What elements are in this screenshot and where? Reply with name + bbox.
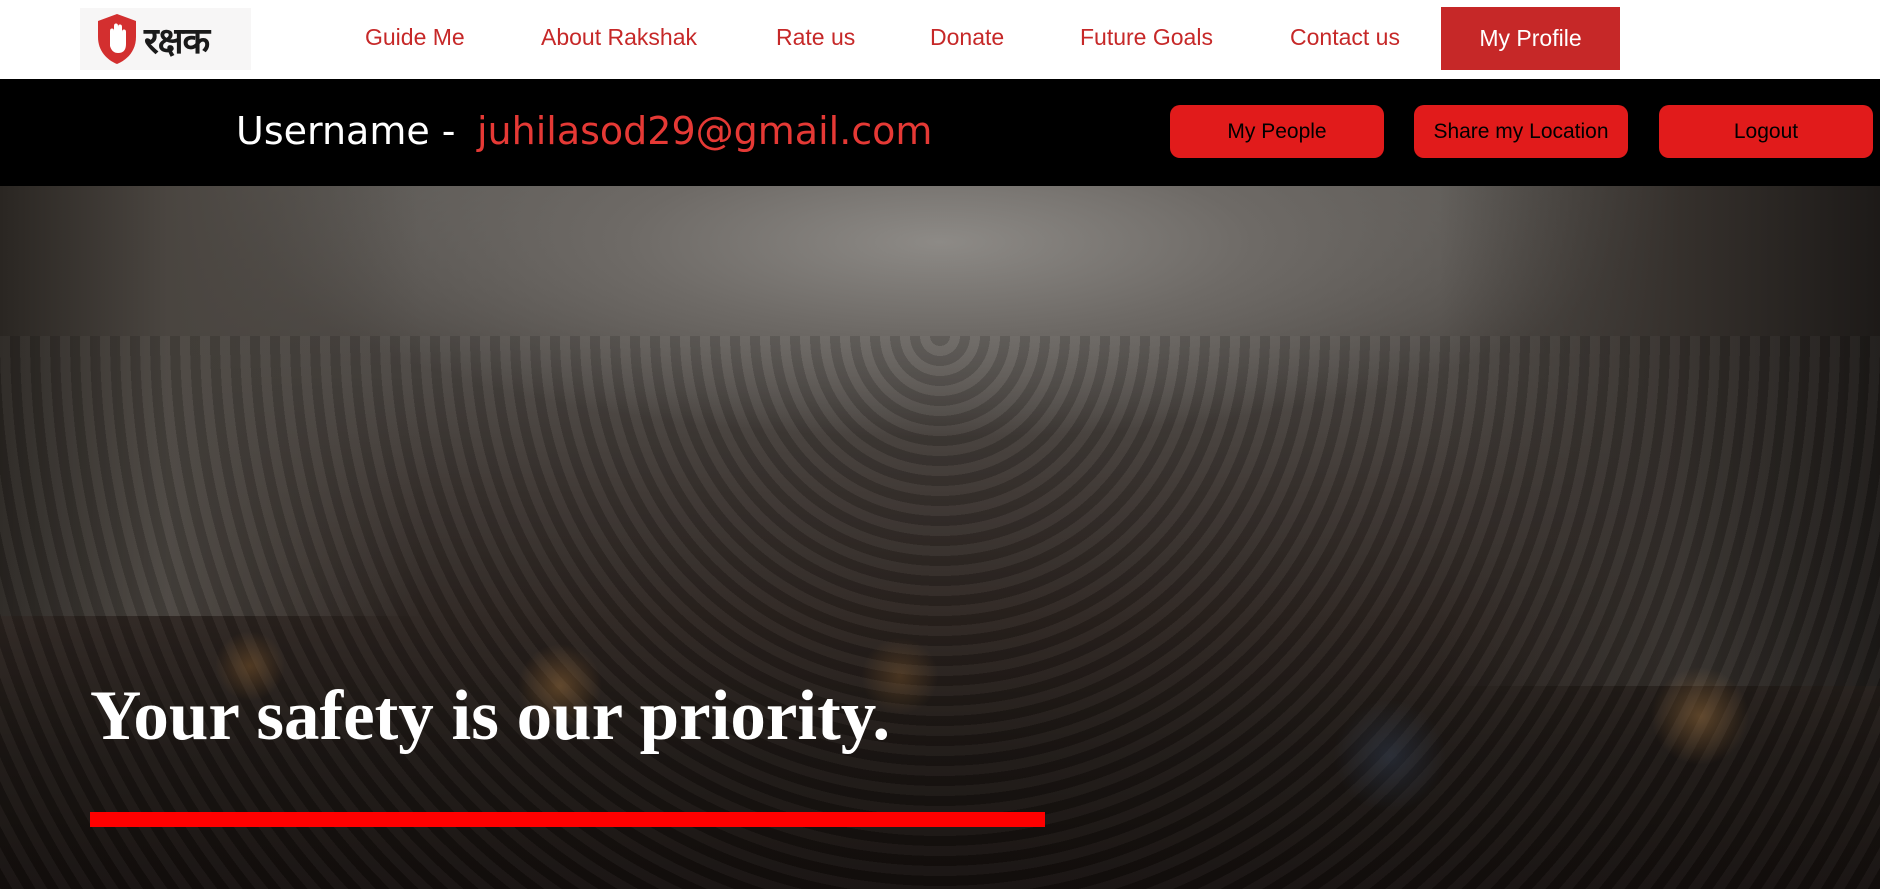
nav-about-rakshak[interactable]: About Rakshak: [541, 24, 697, 51]
nav-contact-us[interactable]: Contact us: [1290, 24, 1400, 51]
nav-future-goals[interactable]: Future Goals: [1080, 24, 1213, 51]
shield-hand-icon: [98, 14, 136, 64]
top-navbar: रक्षक Guide Me About Rakshak Rate us Don…: [0, 0, 1880, 79]
nav-rate-us[interactable]: Rate us: [776, 24, 855, 51]
hero-crowd-image: [0, 336, 1880, 889]
hero-underline: [90, 812, 1045, 827]
logo-text: रक्षक: [144, 20, 210, 62]
hero-title: Your safety is our priority.: [90, 677, 891, 755]
username-label: Username -: [236, 109, 456, 153]
my-people-button[interactable]: My People: [1170, 105, 1384, 158]
nav-guide-me[interactable]: Guide Me: [365, 24, 465, 51]
share-location-button[interactable]: Share my Location: [1414, 105, 1628, 158]
username-value: juhilasod29@gmail.com: [477, 109, 933, 153]
nav-donate[interactable]: Donate: [930, 24, 1004, 51]
nav-my-profile-button[interactable]: My Profile: [1441, 7, 1620, 70]
logo[interactable]: रक्षक: [80, 8, 251, 70]
hero-banner: Your safety is our priority.: [0, 186, 1880, 889]
logout-button[interactable]: Logout: [1659, 105, 1873, 158]
